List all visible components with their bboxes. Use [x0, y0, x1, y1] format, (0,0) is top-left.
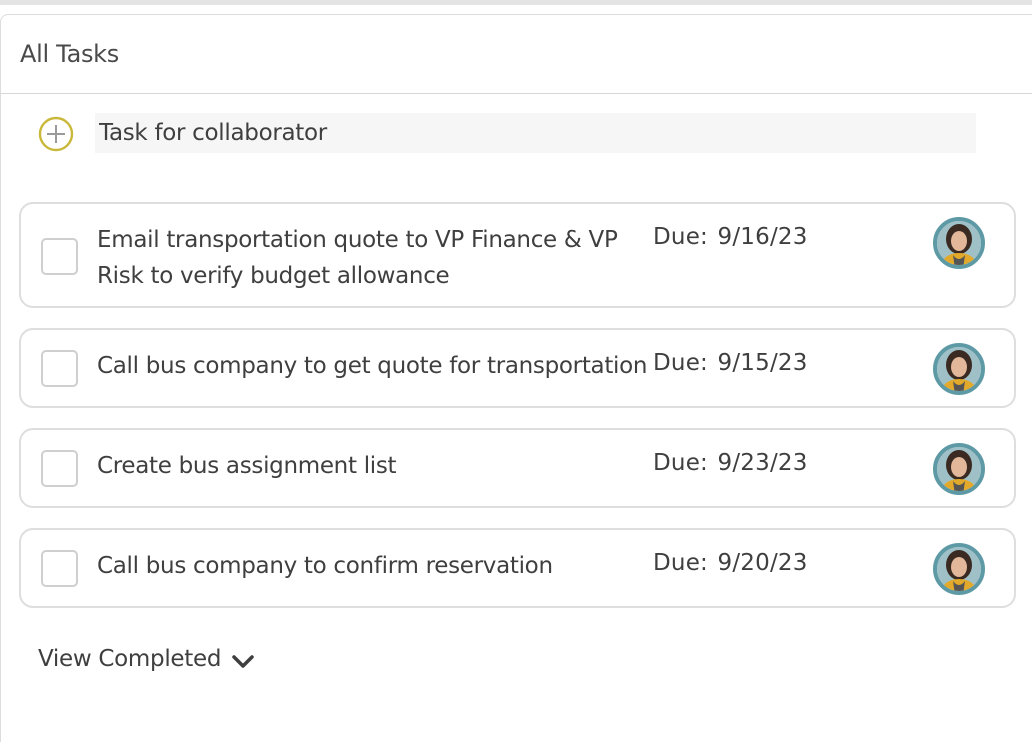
page-title: All Tasks: [20, 40, 119, 68]
task-card: Create bus assignment list Due: 9/23/23: [19, 428, 1016, 508]
task-checkbox[interactable]: [41, 238, 78, 275]
view-completed-label: View Completed: [38, 646, 222, 672]
panel-header: All Tasks: [1, 15, 1032, 94]
task-title[interactable]: Create bus assignment list: [97, 448, 642, 484]
avatar[interactable]: [933, 217, 985, 269]
add-task-input[interactable]: [95, 113, 976, 153]
task-card: Call bus company to get quote for transp…: [19, 328, 1016, 408]
plus-circle-icon[interactable]: [38, 116, 74, 152]
task-title[interactable]: Call bus company to confirm reservation: [97, 548, 642, 584]
avatar[interactable]: [933, 443, 985, 495]
avatar-image: [933, 343, 985, 395]
avatar-image: [933, 217, 985, 269]
task-due-date: Due: 9/20/23: [653, 550, 808, 576]
avatar-image: [933, 543, 985, 595]
view-completed-toggle[interactable]: View Completed: [38, 646, 255, 672]
task-checkbox[interactable]: [41, 350, 78, 387]
task-card: Email transportation quote to VP Finance…: [19, 202, 1016, 308]
task-checkbox[interactable]: [41, 450, 78, 487]
task-card: Call bus company to confirm reservation …: [19, 528, 1016, 608]
task-title[interactable]: Email transportation quote to VP Finance…: [97, 222, 642, 294]
task-due-date: Due: 9/23/23: [653, 450, 808, 476]
task-due-date: Due: 9/15/23: [653, 350, 808, 376]
chevron-down-icon: [232, 655, 254, 668]
avatar-image: [933, 443, 985, 495]
task-checkbox[interactable]: [41, 550, 78, 587]
avatar[interactable]: [933, 343, 985, 395]
add-task-row: [38, 113, 976, 153]
top-strip: [0, 0, 1032, 5]
task-title[interactable]: Call bus company to get quote for transp…: [97, 348, 657, 384]
task-due-date: Due: 9/16/23: [653, 224, 808, 250]
avatar[interactable]: [933, 543, 985, 595]
